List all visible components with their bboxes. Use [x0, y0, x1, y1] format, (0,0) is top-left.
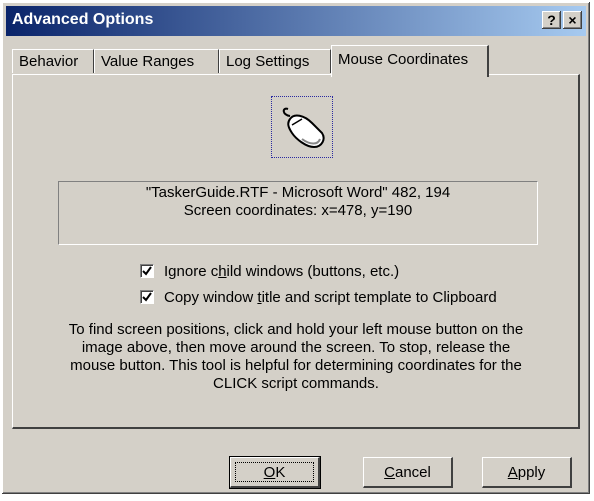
- close-icon: ×: [568, 12, 577, 28]
- ignore-child-windows-label: Ignore child windows (buttons, etc.): [164, 262, 400, 280]
- ignore-child-windows-option[interactable]: Ignore child windows (buttons, etc.): [140, 261, 399, 281]
- window-title: Advanced Options: [12, 11, 154, 28]
- mouse-coordinates-panel: "TaskerGuide.RTF - Microsoft Word" 482, …: [12, 74, 580, 429]
- coordinates-readout: "TaskerGuide.RTF - Microsoft Word" 482, …: [58, 181, 538, 245]
- screen-coordinates-text: Screen coordinates: x=478, y=190: [183, 202, 413, 219]
- close-button[interactable]: ×: [563, 11, 582, 29]
- help-icon: ?: [547, 12, 556, 28]
- mouse-capture-target[interactable]: [271, 96, 333, 158]
- checkmark-icon: [142, 292, 152, 302]
- checkmark-icon: [142, 266, 152, 276]
- ignore-child-windows-checkbox[interactable]: [140, 264, 154, 278]
- tab-mouse-coordinates[interactable]: Mouse Coordinates: [331, 45, 489, 77]
- cancel-button[interactable]: Cancel: [363, 457, 453, 488]
- copy-window-title-label: Copy window title and script template to…: [164, 288, 497, 306]
- mouse-icon: [282, 107, 325, 149]
- title-bar[interactable]: Advanced Options ? ×: [6, 6, 586, 36]
- window-info-text: "TaskerGuide.RTF - Microsoft Word" 482, …: [145, 184, 451, 201]
- advanced-options-dialog: Advanced Options ? × Behavior Value Rang…: [2, 2, 590, 494]
- instructions-text: To find screen positions, click and hold…: [68, 321, 524, 392]
- copy-window-title-checkbox[interactable]: [140, 290, 154, 304]
- ok-button[interactable]: OK: [229, 456, 321, 489]
- tab-log-settings[interactable]: Log Settings: [219, 49, 331, 73]
- tab-value-ranges[interactable]: Value Ranges: [94, 49, 219, 73]
- copy-window-title-option[interactable]: Copy window title and script template to…: [140, 287, 497, 307]
- apply-button[interactable]: Apply: [482, 457, 572, 488]
- tab-behavior[interactable]: Behavior: [12, 49, 94, 73]
- help-button[interactable]: ?: [542, 11, 561, 29]
